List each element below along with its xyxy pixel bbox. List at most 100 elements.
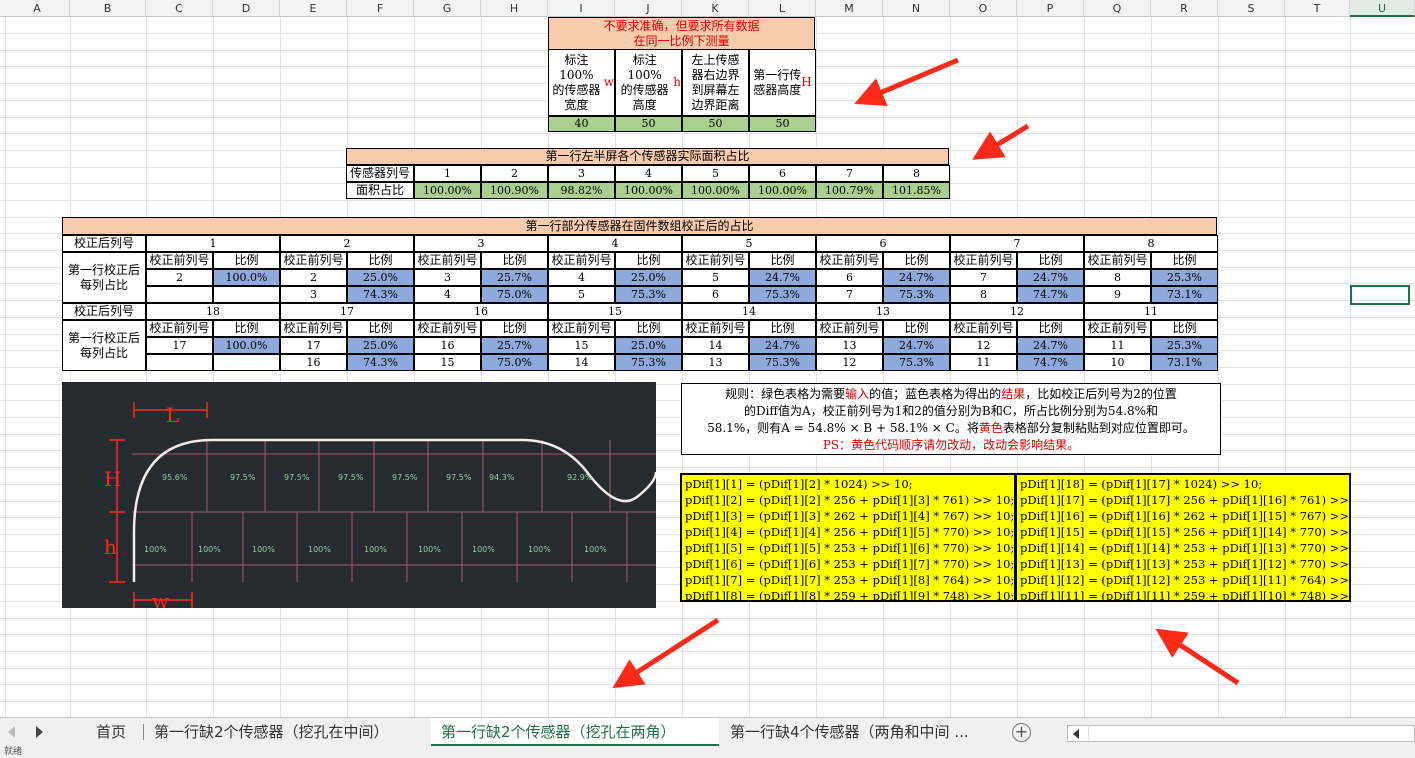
- calib-ratio-value[interactable]: 74.3%: [347, 354, 414, 371]
- measure-label-cell[interactable]: 标注100% 的传感器 高度 h: [615, 49, 682, 116]
- area-col-number[interactable]: 6: [749, 165, 816, 182]
- calib-after-col[interactable]: 7: [950, 235, 1084, 252]
- code-block-left[interactable]: pDif[1][1] = (pDif[1][2] * 1024) >> 10; p…: [680, 473, 1016, 602]
- calib-before-label[interactable]: 校正前列号: [146, 320, 213, 337]
- calib-ratio-value[interactable]: [213, 286, 280, 303]
- calib-ratio-value[interactable]: 100.0%: [213, 337, 280, 354]
- calib-ratio-label[interactable]: 比例: [615, 252, 682, 269]
- calib-before-value[interactable]: 16: [280, 354, 347, 371]
- calib-before-value[interactable]: 15: [548, 337, 615, 354]
- calib-ratio-value[interactable]: 24.7%: [749, 337, 816, 354]
- area-col-number[interactable]: 2: [481, 165, 548, 182]
- calib-ratio-label[interactable]: 比例: [615, 320, 682, 337]
- calib-after-label[interactable]: 校正后列号: [62, 303, 146, 320]
- code-block-right[interactable]: pDif[1][18] = (pDif[1][17] * 1024) >> 10…: [1015, 473, 1351, 602]
- column-header-k[interactable]: K: [682, 0, 749, 17]
- calib-after-col[interactable]: 8: [1084, 235, 1218, 252]
- measure-label-cell[interactable]: 标注100% 的传感器 宽度 w: [548, 49, 615, 116]
- calib-before-value[interactable]: 6: [816, 269, 883, 286]
- tab-home[interactable]: 首页: [86, 718, 136, 746]
- column-header-o[interactable]: O: [950, 0, 1017, 17]
- calib-ratio-value[interactable]: 25.3%: [1151, 337, 1218, 354]
- calib-after-col[interactable]: 5: [682, 235, 816, 252]
- calib-ratio-value[interactable]: 25.0%: [615, 269, 682, 286]
- calib-before-value[interactable]: 12: [816, 354, 883, 371]
- calib-after-label[interactable]: 校正后列号: [62, 235, 146, 252]
- calib-ratio-label[interactable]: 比例: [749, 252, 816, 269]
- calib-ratio-value[interactable]: 73.1%: [1151, 286, 1218, 303]
- column-header-e[interactable]: E: [280, 0, 347, 17]
- calib-before-value[interactable]: 15: [414, 354, 481, 371]
- scroll-thumb[interactable]: [1088, 727, 1168, 740]
- calib-before-label[interactable]: 校正前列号: [816, 252, 883, 269]
- calib-before-label[interactable]: 校正前列号: [816, 320, 883, 337]
- column-header-h[interactable]: H: [481, 0, 548, 17]
- column-header-n[interactable]: N: [883, 0, 950, 17]
- calib-after-col[interactable]: 2: [280, 235, 414, 252]
- tab-sheet-2[interactable]: 第一行缺2个传感器（挖孔在两角）: [431, 718, 719, 746]
- measure-table-header[interactable]: 不要求准确，但要求所有数据 在同一比例下测量: [548, 17, 815, 50]
- calib-before-value[interactable]: 4: [548, 269, 615, 286]
- calib-ratio-label[interactable]: 比例: [883, 320, 950, 337]
- area-value-cell[interactable]: 101.85%: [883, 182, 950, 199]
- calib-ratio-label[interactable]: 比例: [749, 320, 816, 337]
- area-row2-label[interactable]: 面积占比: [346, 182, 414, 199]
- calib-after-col[interactable]: 18: [146, 303, 280, 320]
- calib-before-label[interactable]: 校正前列号: [1084, 320, 1151, 337]
- calib-before-label[interactable]: 校正前列号: [950, 252, 1017, 269]
- column-header-f[interactable]: F: [347, 0, 414, 17]
- calib-before-value[interactable]: 16: [414, 337, 481, 354]
- area-col-number[interactable]: 3: [548, 165, 615, 182]
- calib-before-value[interactable]: 4: [414, 286, 481, 303]
- area-col-number[interactable]: 1: [414, 165, 481, 182]
- calib-table-title[interactable]: 第一行部分传感器在固件数组校正后的占比: [62, 217, 1217, 235]
- calib-ratio-value[interactable]: 75.0%: [481, 354, 548, 371]
- calib-ratio-value[interactable]: 25.0%: [347, 337, 414, 354]
- calib-after-col[interactable]: 3: [414, 235, 548, 252]
- calib-ratio-value[interactable]: 73.1%: [1151, 354, 1218, 371]
- calib-before-value[interactable]: 13: [682, 354, 749, 371]
- calib-ratio-value[interactable]: 75.3%: [749, 286, 816, 303]
- calib-before-value[interactable]: 13: [816, 337, 883, 354]
- calib-before-value[interactable]: 17: [146, 337, 213, 354]
- calib-row-label[interactable]: 第一行校正后 每列占比: [62, 252, 146, 303]
- calib-ratio-value[interactable]: 24.7%: [883, 269, 950, 286]
- calib-ratio-value[interactable]: 74.7%: [1017, 286, 1084, 303]
- area-col-number[interactable]: 4: [615, 165, 682, 182]
- selected-cell[interactable]: [1350, 285, 1410, 305]
- calib-before-value[interactable]: 3: [280, 286, 347, 303]
- column-header-l[interactable]: L: [749, 0, 816, 17]
- calib-after-col[interactable]: 11: [1084, 303, 1218, 320]
- area-value-cell[interactable]: 100.00%: [414, 182, 481, 199]
- calib-ratio-label[interactable]: 比例: [481, 252, 548, 269]
- calib-before-value[interactable]: 11: [950, 354, 1017, 371]
- horizontal-scrollbar[interactable]: [1067, 725, 1415, 742]
- calib-before-value[interactable]: 7: [950, 269, 1017, 286]
- column-header-j[interactable]: J: [615, 0, 682, 17]
- column-header-s[interactable]: S: [1218, 0, 1285, 17]
- calib-ratio-label[interactable]: 比例: [481, 320, 548, 337]
- area-col-number[interactable]: 5: [682, 165, 749, 182]
- calib-ratio-label[interactable]: 比例: [213, 252, 280, 269]
- column-header-m[interactable]: M: [816, 0, 883, 17]
- area-value-cell[interactable]: 98.82%: [548, 182, 615, 199]
- calib-ratio-value[interactable]: 25.7%: [481, 269, 548, 286]
- calib-row-label[interactable]: 第一行校正后 每列占比: [62, 320, 146, 371]
- area-value-cell[interactable]: 100.00%: [749, 182, 816, 199]
- calib-ratio-value[interactable]: 25.0%: [347, 269, 414, 286]
- calib-before-label[interactable]: 校正前列号: [548, 320, 615, 337]
- calib-ratio-value[interactable]: 75.3%: [883, 354, 950, 371]
- calib-ratio-label[interactable]: 比例: [1151, 320, 1218, 337]
- calib-after-col[interactable]: 6: [816, 235, 950, 252]
- column-header-b[interactable]: B: [70, 0, 146, 17]
- calib-before-value[interactable]: 7: [816, 286, 883, 303]
- area-value-cell[interactable]: 100.00%: [615, 182, 682, 199]
- calib-before-label[interactable]: 校正前列号: [414, 252, 481, 269]
- calib-before-value[interactable]: [146, 354, 213, 371]
- calib-before-value[interactable]: 5: [548, 286, 615, 303]
- calib-before-value[interactable]: 2: [280, 269, 347, 286]
- area-col-number[interactable]: 8: [883, 165, 950, 182]
- calib-ratio-label[interactable]: 比例: [1017, 252, 1084, 269]
- calib-before-label[interactable]: 校正前列号: [682, 252, 749, 269]
- column-header-a[interactable]: A: [5, 0, 70, 17]
